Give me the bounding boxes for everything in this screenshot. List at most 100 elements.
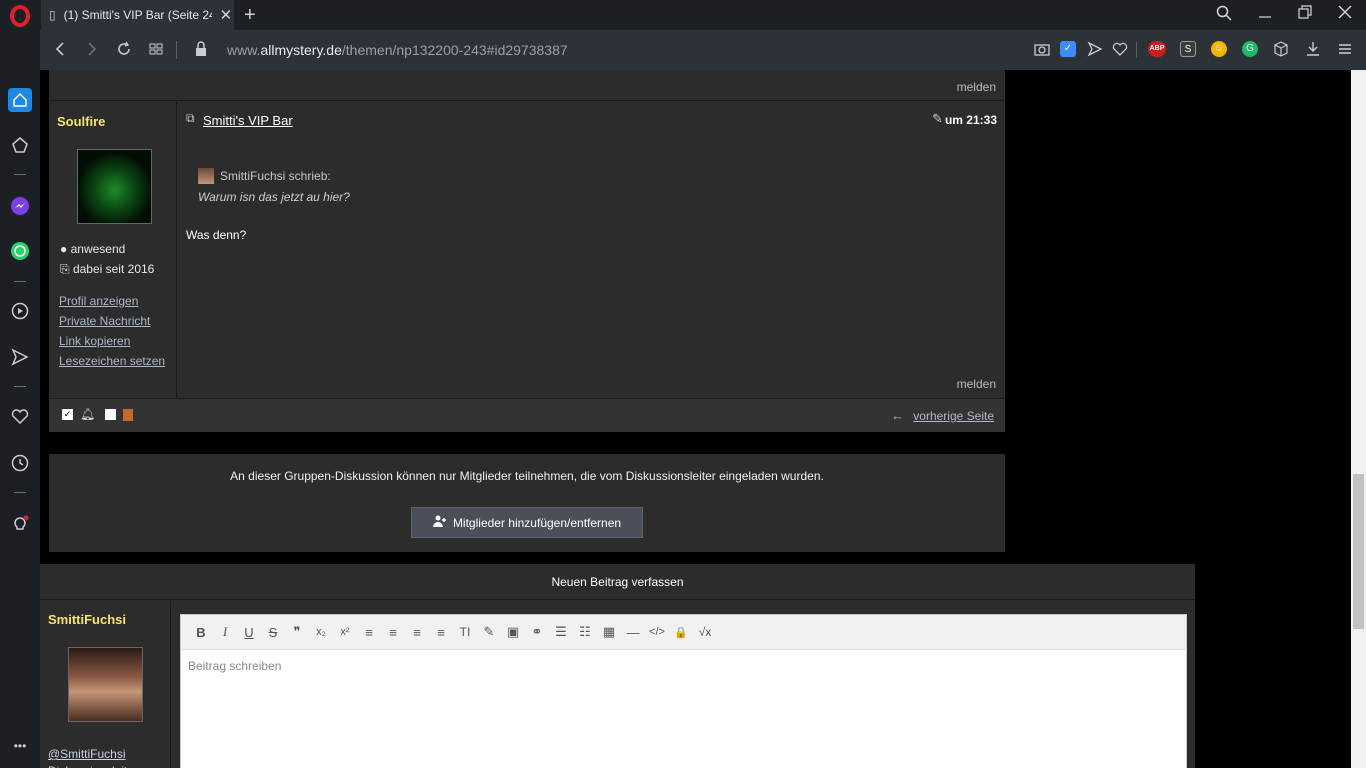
numbered-list-button[interactable]: ☷ — [573, 624, 597, 640]
previous-page-link[interactable]: vorherige Seite — [913, 409, 994, 423]
arrow-left-icon: ← — [891, 408, 904, 423]
url-field[interactable]: www.allmystery.de/themen/np132200-243#id… — [227, 42, 568, 58]
author-avatar[interactable] — [77, 149, 152, 224]
image-button[interactable]: ▣ — [501, 624, 525, 640]
whatsapp-icon[interactable] — [8, 239, 32, 263]
formula-button[interactable]: √x — [693, 625, 717, 639]
current-user-name[interactable]: SmittiFuchsi — [48, 612, 126, 627]
speed-dial-icon[interactable] — [8, 133, 32, 157]
cube-icon[interactable] — [1273, 41, 1289, 57]
spoiler-button[interactable]: 🔒 — [669, 626, 693, 639]
author-panel: Soulfire ● anwesend ⎘ dabei seit 2016 Pr… — [49, 102, 177, 398]
reload-icon[interactable] — [116, 41, 132, 61]
quote-text: Warum isn das jetzt au hier? — [198, 190, 350, 204]
new-tab-icon[interactable]: + — [244, 4, 256, 27]
search-icon[interactable] — [1216, 5, 1232, 25]
manage-members-button[interactable]: Mitglieder hinzufügen/entfernen — [411, 507, 643, 538]
current-user-avatar[interactable] — [68, 647, 143, 722]
easy-setup-icon[interactable] — [1337, 41, 1353, 57]
bullet-list-button[interactable]: ☰ — [549, 624, 573, 640]
report-link-top[interactable]: melden — [957, 80, 996, 94]
grammar-icon[interactable]: G — [1242, 41, 1258, 57]
opera-sidebar: ••• — [0, 0, 40, 768]
back-icon[interactable] — [54, 41, 66, 61]
select-checkbox[interactable]: ✓ — [62, 409, 73, 420]
tabs-grid-icon[interactable] — [148, 41, 164, 61]
shield-icon[interactable]: ✓ — [1060, 41, 1076, 57]
emoji-icon[interactable]: ☺ — [1211, 41, 1227, 57]
underline-button[interactable]: U — [237, 625, 261, 640]
address-bar: www.allmystery.de/themen/np132200-243#id… — [40, 30, 1366, 70]
superscript-button[interactable]: x² — [333, 626, 357, 638]
justify-button[interactable]: ≡ — [429, 625, 453, 640]
link-button[interactable]: ⚭ — [525, 624, 549, 640]
report-link-bottom[interactable]: melden — [957, 377, 996, 391]
profile-link[interactable]: Profil anzeigen — [59, 294, 138, 308]
bell-icon[interactable]: 🔔︎ — [80, 407, 95, 421]
private-message-link[interactable]: Private Nachricht — [59, 314, 150, 328]
thread-title-link[interactable]: Smitti's VIP Bar — [203, 113, 293, 128]
player-icon[interactable] — [8, 299, 32, 323]
member-since-label: dabei seit 2016 — [72, 262, 155, 276]
new-post-section: Neuen Beitrag verfassen SmittiFuchsi @Sm… — [40, 564, 1195, 768]
bookmark-link[interactable]: Lesezeichen setzen — [59, 354, 165, 368]
history-icon[interactable] — [8, 451, 32, 475]
new-post-user-panel: SmittiFuchsi @SmittiFuchsi Diskussionsle… — [40, 601, 171, 768]
opera-logo-icon[interactable] — [8, 4, 32, 28]
scrollbar-thumb[interactable] — [1353, 474, 1364, 629]
table-button[interactable]: ▦ — [597, 624, 621, 640]
minimize-icon[interactable] — [1258, 5, 1272, 25]
close-window-icon[interactable] — [1338, 5, 1352, 23]
page-content: melden Soulfire ● anwesend ⎘ dabei seit … — [40, 70, 1351, 768]
lightbulb-icon[interactable] — [8, 512, 32, 536]
online-status-label: anwesend — [70, 242, 126, 256]
thread-icon: ⧉ — [186, 111, 195, 125]
manage-members-label: Mitglieder hinzufügen/entfernen — [452, 515, 622, 530]
messenger-icon[interactable] — [8, 194, 32, 218]
download-icon[interactable] — [1305, 41, 1321, 57]
align-center-button[interactable]: ≡ — [381, 625, 405, 640]
camera-icon[interactable] — [1034, 41, 1050, 57]
tab-active[interactable]: ▯ (1) Smitti's VIP Bar (Seite 24 ✕ — [41, 0, 234, 30]
forum-post: melden Soulfire ● anwesend ⎘ dabei seit … — [49, 70, 1005, 432]
tab-close-icon[interactable]: ✕ — [220, 6, 233, 24]
mention-link[interactable]: @SmittiFuchsi — [48, 747, 126, 761]
copy-link[interactable]: Link kopieren — [59, 334, 130, 348]
bold-button[interactable]: B — [189, 625, 213, 640]
restore-icon[interactable] — [1298, 5, 1312, 23]
edit-icon[interactable]: ✎ — [932, 111, 943, 127]
unselected-checkbox[interactable] — [105, 409, 116, 420]
heart-icon[interactable] — [8, 405, 32, 429]
horizontal-rule-button[interactable]: — — [621, 625, 645, 640]
lock-icon[interactable] — [195, 41, 207, 61]
italic-button[interactable]: I — [213, 624, 237, 640]
more-icon[interactable]: ••• — [8, 734, 32, 758]
send-icon[interactable] — [8, 345, 32, 369]
user-plus-icon — [432, 515, 447, 530]
quote-avatar — [198, 168, 214, 184]
subscript-button[interactable]: x₂ — [309, 626, 333, 638]
editor-toolbar: B I U S ❞ x₂ x² ≡ ≡ ≡ ≡ TI ✎ ▣ ⚭ ☰ ☷ ▦ —… — [181, 615, 1186, 650]
align-left-button[interactable]: ≡ — [357, 625, 381, 640]
online-status: ● anwesend — [60, 242, 126, 256]
color-button[interactable]: ✎ — [477, 624, 501, 640]
page-scrollbar[interactable] — [1351, 70, 1366, 768]
home-icon[interactable] — [8, 88, 32, 112]
post-editor[interactable]: B I U S ❞ x₂ x² ≡ ≡ ≡ ≡ TI ✎ ▣ ⚭ ☰ ☷ ▦ —… — [180, 614, 1187, 768]
extension-s-icon[interactable]: S — [1180, 41, 1196, 57]
quote-button[interactable]: ❞ — [285, 624, 309, 640]
code-button[interactable]: </> — [645, 626, 669, 638]
align-right-button[interactable]: ≡ — [405, 625, 429, 640]
adblock-icon[interactable]: ABP — [1148, 41, 1166, 57]
forward-icon[interactable] — [86, 41, 98, 61]
author-name[interactable]: Soulfire — [57, 114, 105, 129]
strike-button[interactable]: S — [261, 625, 285, 640]
tag-icon[interactable] — [123, 409, 133, 421]
address-separator — [176, 41, 177, 59]
sidebar-separator — [14, 386, 26, 387]
flow-send-icon[interactable] — [1087, 41, 1103, 57]
bookmark-heart-icon[interactable] — [1112, 41, 1128, 57]
tab-title: (1) Smitti's VIP Bar (Seite 24 — [63, 8, 212, 22]
sidebar-separator — [14, 281, 26, 282]
font-size-button[interactable]: TI — [453, 625, 477, 639]
